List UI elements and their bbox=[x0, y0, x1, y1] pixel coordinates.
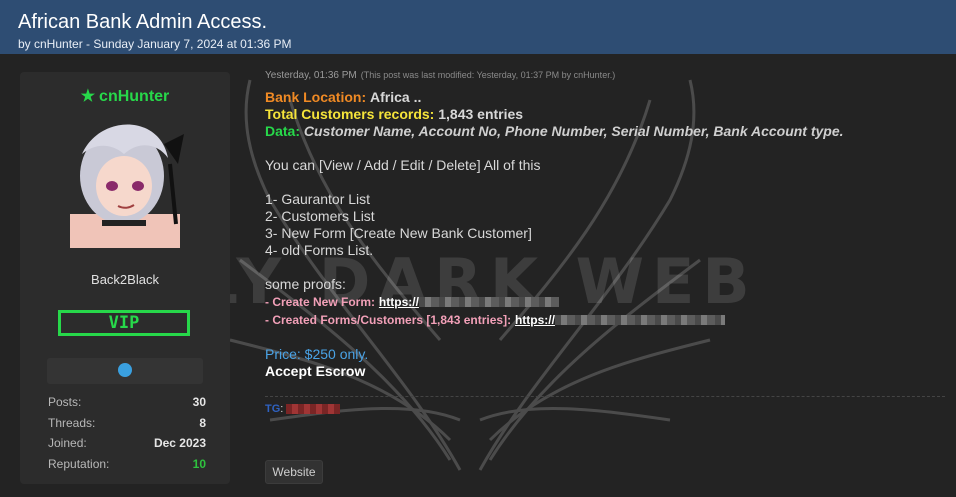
contact-row bbox=[47, 358, 203, 384]
vip-badge: VIP bbox=[58, 310, 190, 336]
username-link[interactable]: ★ cnHunter bbox=[20, 86, 230, 106]
signature: TG: bbox=[265, 396, 945, 415]
proof2-label: - Created Forms/Customers [1,843 entries… bbox=[265, 313, 512, 327]
stat-posts: Posts: 30 bbox=[48, 392, 206, 413]
edit-note: (This post was last modified: Yesterday,… bbox=[360, 70, 616, 80]
stat-value[interactable]: 10 bbox=[193, 454, 206, 475]
stat-value: Dec 2023 bbox=[153, 436, 206, 450]
proof1-label: - Create New Form: bbox=[265, 295, 376, 309]
stat-label: Reputation: bbox=[48, 456, 110, 471]
post-content: Yesterday, 01:36 PM (This post was last m… bbox=[265, 70, 945, 380]
stat-joined: Joined: Dec 2023 bbox=[48, 433, 206, 454]
stat-label: Posts: bbox=[48, 395, 82, 409]
stat-label: Joined: bbox=[48, 436, 87, 450]
data-label: Data: bbox=[265, 123, 301, 139]
redacted-url bbox=[418, 297, 559, 308]
tg-colon: : bbox=[280, 403, 284, 415]
bank-location-value: Africa .. bbox=[370, 89, 422, 105]
tg-label: TG bbox=[265, 403, 281, 415]
list-item: 4- old Forms List. bbox=[265, 242, 374, 258]
escrow-text: Accept Escrow bbox=[265, 363, 366, 379]
stat-value: 8 bbox=[199, 415, 206, 430]
post-body: Bank Location: Africa .. Total Customers… bbox=[265, 89, 945, 380]
post-date-text: Yesterday, 01:36 PM bbox=[265, 70, 357, 81]
star-icon: ★ bbox=[80, 88, 96, 105]
list-item: 1- Gaurantor List bbox=[265, 191, 371, 207]
proof1-link[interactable]: https:// bbox=[379, 295, 419, 309]
proof2-link[interactable]: https:// bbox=[515, 313, 555, 327]
can-text: You can [View / Add / Edit / Delete] All… bbox=[265, 157, 541, 173]
telegram-icon[interactable] bbox=[118, 363, 132, 377]
list-item: 2- Customers List bbox=[265, 208, 375, 224]
data-value: Customer Name, Account No, Phone Number,… bbox=[303, 123, 844, 139]
website-button[interactable]: Website bbox=[265, 460, 323, 484]
stat-value: 30 bbox=[192, 395, 206, 409]
redacted-url bbox=[554, 315, 725, 326]
user-title: Back2Black bbox=[91, 272, 159, 287]
stat-reputation: Reputation: 10 bbox=[48, 454, 206, 475]
username-text: cnHunter bbox=[99, 88, 170, 105]
avatar[interactable] bbox=[60, 114, 192, 248]
post-date: Yesterday, 01:36 PM (This post was last m… bbox=[265, 70, 945, 81]
proofs-heading: some proofs: bbox=[265, 276, 346, 292]
thread-title: African Bank Admin Access. bbox=[18, 11, 268, 33]
bank-location-label: Bank Location: bbox=[265, 89, 367, 105]
user-profile-panel: ★ cnHunter Back2Black VIP Posts: 30 Threa… bbox=[20, 72, 230, 484]
list-item: 3- New Form [Create New Bank Customer] bbox=[265, 225, 532, 241]
user-stats: Posts: 30 Threads: 8 Joined: Dec 2023 Re… bbox=[48, 392, 206, 474]
total-value: 1,843 entries bbox=[438, 106, 524, 122]
stat-label: Threads: bbox=[48, 415, 96, 430]
total-label: Total Customers records: bbox=[265, 106, 435, 122]
stat-threads: Threads: 8 bbox=[48, 413, 206, 434]
price-text: Price: $250 only. bbox=[265, 346, 369, 362]
redacted-handle bbox=[286, 404, 341, 415]
